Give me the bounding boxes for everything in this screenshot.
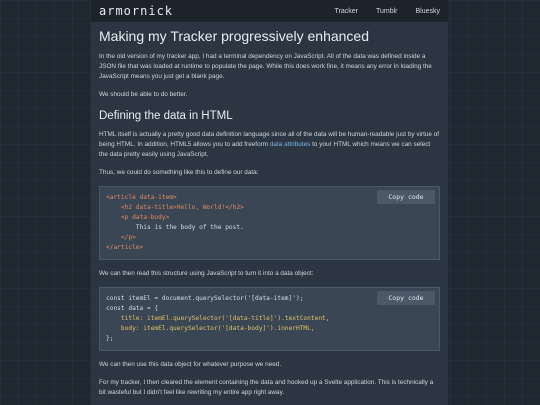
paragraph-better: We should be able to do better.	[99, 91, 188, 98]
article: Making my Tracker progressively enhanced…	[91, 22, 448, 405]
paragraph-use: We can then use this data object for wha…	[99, 361, 282, 368]
code-line: };	[106, 335, 114, 342]
code-line: </p>	[106, 234, 136, 241]
site-header: armornick Tracker Tumblr Bluesky	[91, 0, 448, 22]
site-logo[interactable]: armornick	[99, 4, 173, 18]
code-block-js: Copy code const itemEl = document.queryS…	[99, 287, 440, 351]
code-line: title: itemEl.querySelector('[data-title…	[106, 315, 330, 322]
code-line: body: itemEl.querySelector('[data-body]'…	[106, 325, 315, 332]
nav-link-tumblr[interactable]: Tumblr	[376, 8, 398, 15]
page-title: Making my Tracker progressively enhanced	[99, 28, 370, 44]
code-line: <h2 data-title>Hello, World!</h2>	[106, 204, 244, 211]
code-block-html: Copy code <article data-item> <h2 data-t…	[99, 186, 440, 260]
code-line: </article>	[106, 244, 144, 251]
paragraph-intro: In the old version of my tracker app, I …	[99, 53, 432, 80]
code-line: This is the body of the post.	[106, 224, 244, 231]
copy-code-button[interactable]: Copy code	[377, 190, 435, 204]
data-attributes-link[interactable]: data attributes	[270, 141, 311, 148]
nav-link-tracker[interactable]: Tracker	[334, 8, 357, 15]
code-line: const data = {	[106, 305, 159, 312]
code-line: <p data-body>	[106, 214, 170, 221]
paragraph-html: HTML itself is actually a pretty good da…	[99, 130, 440, 160]
copy-code-button[interactable]: Copy code	[377, 291, 435, 305]
paragraph-thus: Thus, we could do something like this to…	[99, 169, 259, 176]
paragraph-read: We can then read this structure using Ja…	[99, 270, 314, 277]
nav-link-bluesky[interactable]: Bluesky	[415, 8, 440, 15]
section-heading: Defining the data in HTML	[99, 110, 233, 122]
site-nav: Tracker Tumblr Bluesky	[334, 8, 440, 15]
paragraph-tracker: For my tracker, I then cleared the eleme…	[99, 379, 434, 396]
